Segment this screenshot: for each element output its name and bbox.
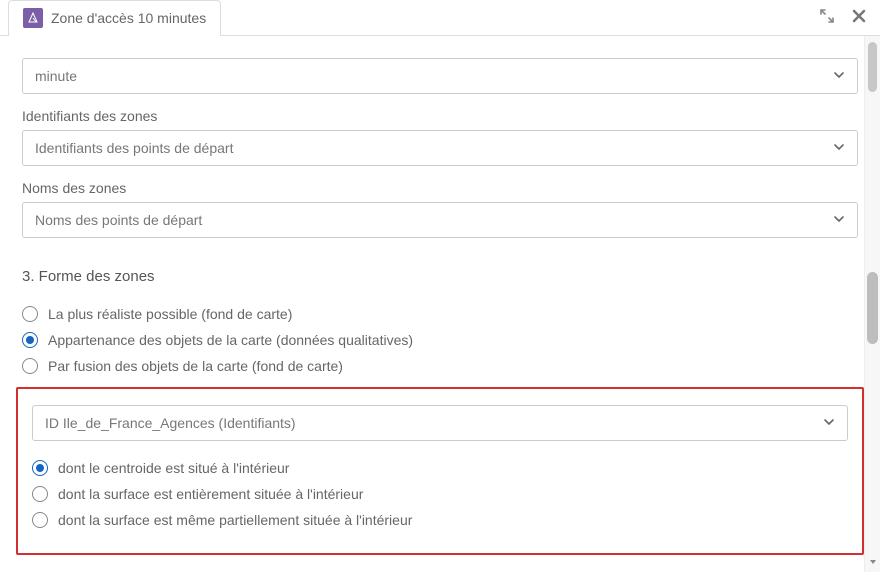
highlighted-settings-box: ID Ile_de_France_Agences (Identifiants) … — [16, 387, 864, 555]
containment-option-full-surface[interactable]: dont la surface est entièrement située à… — [32, 483, 848, 505]
radio-label: La plus réaliste possible (fond de carte… — [48, 306, 292, 322]
radio-icon — [32, 512, 48, 528]
zone-names-select[interactable]: Noms des points de départ — [22, 202, 858, 238]
zone-ids-value: Identifiants des points de départ — [35, 140, 233, 156]
scrollbar-thumb[interactable] — [868, 42, 877, 92]
shape-option-membership[interactable]: Appartenance des objets de la carte (don… — [22, 329, 858, 351]
shape-option-realistic[interactable]: La plus réaliste possible (fond de carte… — [22, 303, 858, 325]
radio-label: dont la surface est même partiellement s… — [58, 512, 412, 528]
shape-option-merge[interactable]: Par fusion des objets de la carte (fond … — [22, 355, 858, 377]
tab-zone-access[interactable]: Zone d'accès 10 minutes — [8, 0, 221, 36]
tab-title: Zone d'accès 10 minutes — [51, 10, 206, 26]
section-3-title: 3. Forme des zones — [22, 268, 858, 285]
scroll-down-icon[interactable] — [865, 557, 880, 570]
close-icon[interactable] — [852, 9, 866, 26]
containment-option-centroid[interactable]: dont le centroide est situé à l'intérieu… — [32, 457, 848, 479]
chevron-down-icon — [823, 416, 835, 431]
expand-icon[interactable] — [820, 9, 834, 26]
layer-id-value: ID Ile_de_France_Agences (Identifiants) — [45, 415, 296, 431]
layer-id-select[interactable]: ID Ile_de_France_Agences (Identifiants) — [32, 405, 848, 441]
area-tool-icon — [23, 8, 43, 28]
radio-icon — [32, 486, 48, 502]
modal-header: Zone d'accès 10 minutes — [0, 0, 880, 36]
chevron-down-icon — [833, 69, 845, 84]
zone-ids-select[interactable]: Identifiants des points de départ — [22, 130, 858, 166]
radio-label: Par fusion des objets de la carte (fond … — [48, 358, 343, 374]
chevron-down-icon — [833, 213, 845, 228]
containment-option-partial-surface[interactable]: dont la surface est même partiellement s… — [32, 509, 848, 531]
radio-label: Appartenance des objets de la carte (don… — [48, 332, 413, 348]
zone-ids-label: Identifiants des zones — [22, 108, 858, 124]
radio-icon — [32, 460, 48, 476]
scrollbar-secondary-thumb[interactable] — [867, 272, 878, 344]
zone-names-value: Noms des points de départ — [35, 212, 202, 228]
unit-select[interactable]: minute — [22, 58, 858, 94]
vertical-scrollbar[interactable] — [864, 36, 880, 572]
radio-icon — [22, 306, 38, 322]
unit-select-value: minute — [35, 68, 77, 84]
content-area: minute Identifiants des zones Identifian… — [0, 36, 880, 572]
radio-icon — [22, 358, 38, 374]
chevron-down-icon — [833, 141, 845, 156]
radio-label: dont le centroide est situé à l'intérieu… — [58, 460, 289, 476]
radio-icon — [22, 332, 38, 348]
radio-label: dont la surface est entièrement située à… — [58, 486, 363, 502]
zone-names-label: Noms des zones — [22, 180, 858, 196]
